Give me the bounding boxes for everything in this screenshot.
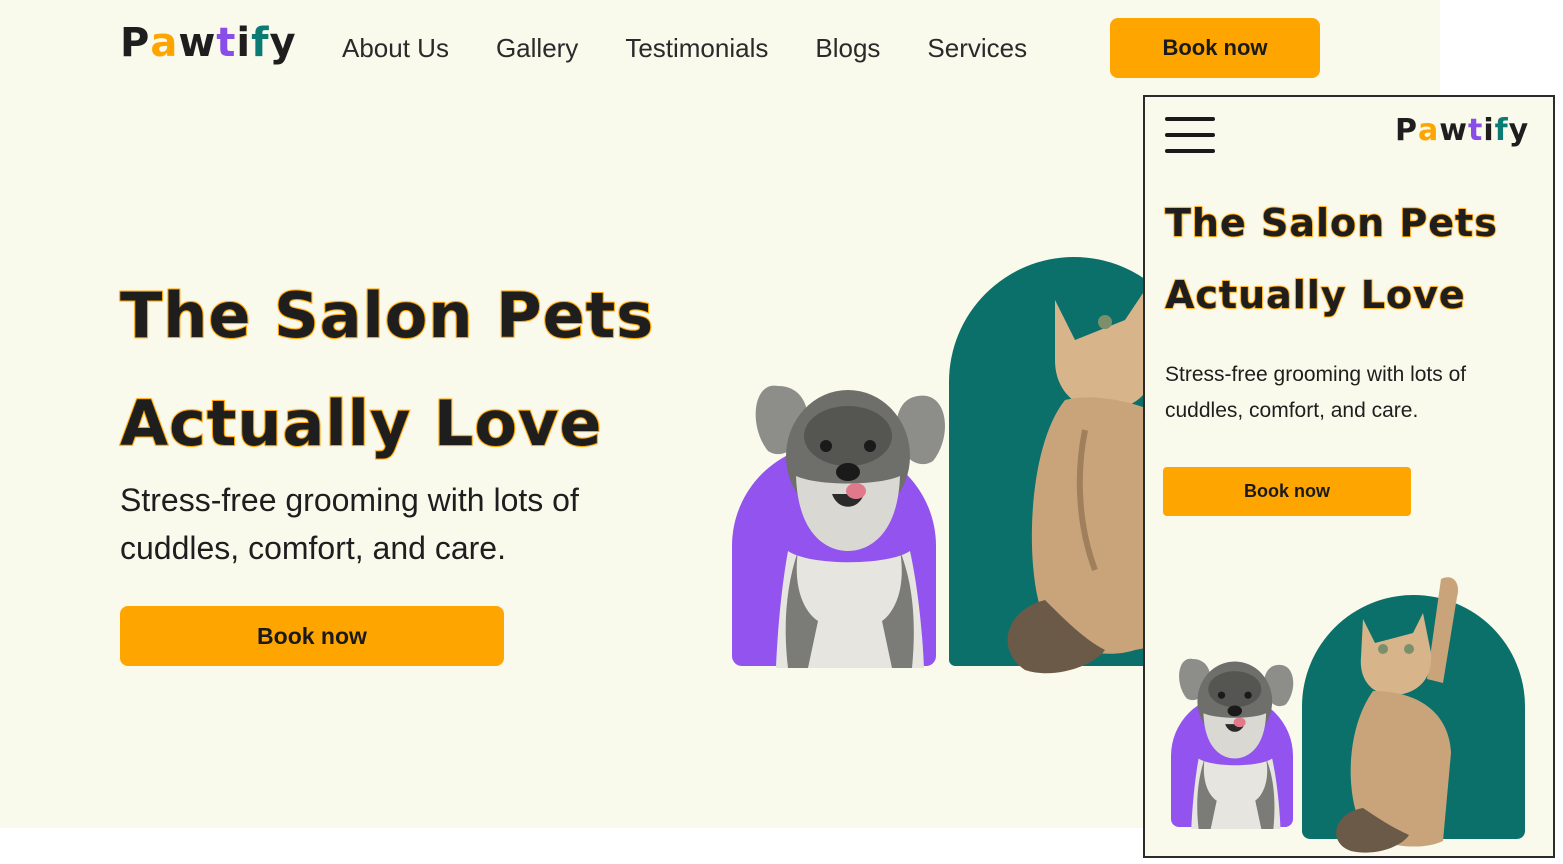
hero-subtitle-line1: Stress-free grooming with lots of [120, 482, 579, 518]
logo-letter: w [1439, 113, 1468, 148]
mobile-hero-subtitle: Stress-free grooming with lots of cuddle… [1165, 357, 1545, 429]
mobile-book-now-button[interactable]: Book now [1163, 467, 1411, 516]
main-nav: About Us Gallery Testimonials Blogs Serv… [342, 33, 1074, 64]
logo-letter: t [1467, 113, 1484, 148]
logo-letter: w [178, 20, 217, 66]
logo-letter: P [120, 20, 151, 66]
nav-item-about-us[interactable]: About Us [342, 33, 449, 64]
logo-letter: t [216, 20, 237, 66]
mobile-hero-subtitle-line1: Stress-free grooming with lots of [1165, 363, 1467, 386]
hero-title: The Salon Pets Actually Love [119, 262, 655, 478]
logo-letter: f [1494, 113, 1509, 148]
mobile-view: Pawtify The Salon Pets Actually Love Str… [1143, 95, 1555, 858]
hero-book-now-button[interactable]: Book now [120, 606, 504, 666]
logo-letter: P [1395, 113, 1418, 148]
logo-letter: i [1483, 113, 1495, 148]
nav-item-testimonials[interactable]: Testimonials [625, 33, 768, 64]
logo-letter: a [150, 20, 179, 66]
logo-letter: a [1418, 113, 1440, 148]
hero-subtitle-line2: cuddles, comfort, and care. [120, 530, 506, 566]
mobile-hero-title-line2: Actually Love [1164, 272, 1466, 318]
mobile-hero-title-line1: The Salon Pets [1164, 200, 1498, 246]
nav-item-services[interactable]: Services [927, 33, 1027, 64]
mobile-dog-illustration [1179, 658, 1294, 829]
nav-item-blogs[interactable]: Blogs [815, 33, 880, 64]
hero-subtitle: Stress-free grooming with lots of cuddle… [120, 476, 640, 572]
hero-title-line2: Actually Love [119, 386, 603, 461]
pawtify-logo-mobile[interactable]: Pawtify [1395, 113, 1529, 148]
hamburger-icon[interactable] [1165, 117, 1215, 155]
mobile-hero-subtitle-line2: cuddles, comfort, and care. [1165, 399, 1419, 422]
dog-illustration [755, 385, 945, 668]
logo-letter: f [251, 20, 270, 66]
nav-item-gallery[interactable]: Gallery [496, 33, 578, 64]
hero-title-line1: The Salon Pets [119, 278, 655, 353]
pawtify-logo[interactable]: Pawtify [120, 20, 297, 66]
nav-book-now-button[interactable]: Book now [1110, 18, 1320, 78]
logo-letter: y [1508, 113, 1530, 148]
logo-letter: y [269, 20, 297, 66]
mobile-cat-illustration [1336, 577, 1459, 853]
mobile-hero-title: The Salon Pets Actually Love [1164, 187, 1498, 331]
logo-letter: i [236, 20, 252, 66]
